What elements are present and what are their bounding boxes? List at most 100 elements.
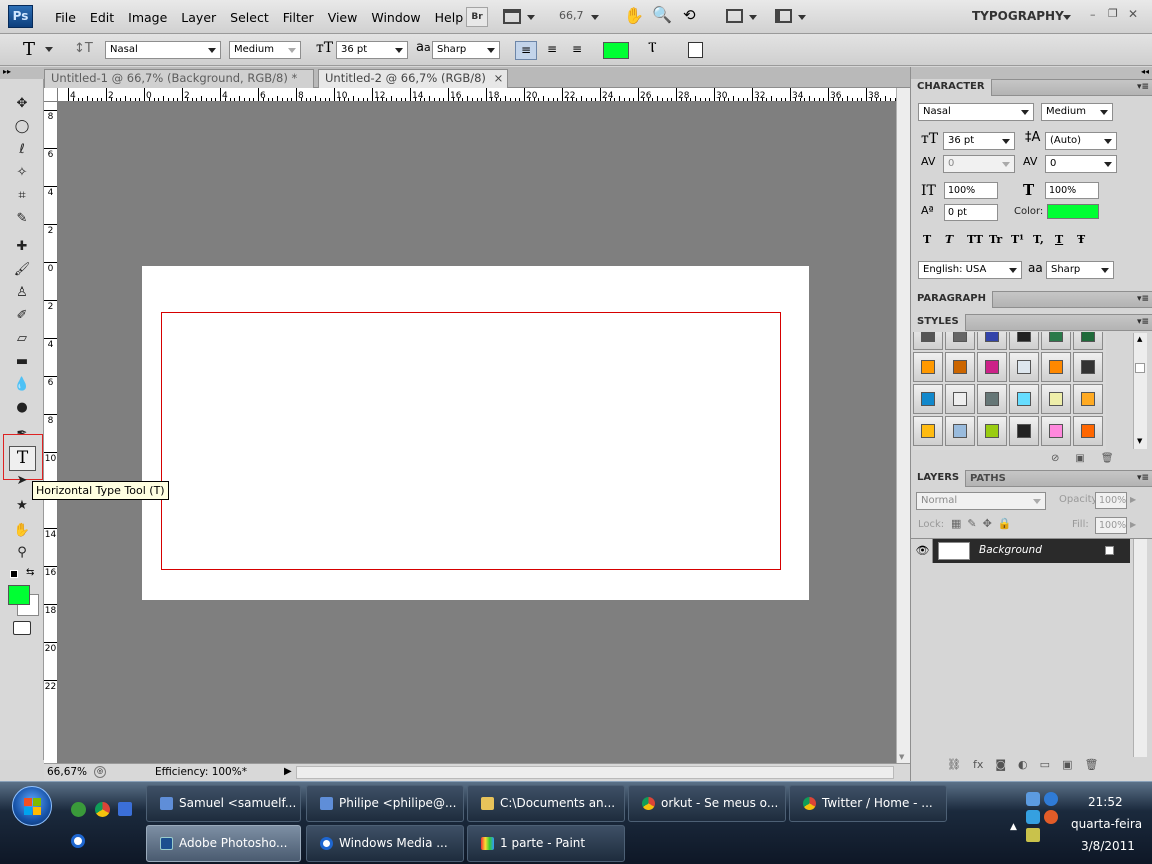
- layer-name[interactable]: Background: [979, 544, 1042, 556]
- subscript-button[interactable]: T,: [1033, 233, 1055, 246]
- lasso-tool-icon[interactable]: ℓ: [11, 140, 33, 160]
- start-button[interactable]: [12, 786, 52, 826]
- chevron-down-icon[interactable]: [1063, 15, 1071, 20]
- taskbar-item-documents[interactable]: C:\Documents an...: [467, 785, 625, 822]
- menu-window[interactable]: Window: [364, 10, 427, 25]
- quick-mask-icon[interactable]: [13, 621, 31, 635]
- layer-row[interactable]: 👁 Background: [913, 539, 1130, 563]
- lock-image-icon[interactable]: ✎: [967, 517, 976, 530]
- screen-mode-icon[interactable]: [775, 9, 792, 23]
- menu-filter[interactable]: Filter: [276, 10, 321, 25]
- tools-collapse-handle[interactable]: ▸▸: [0, 67, 44, 79]
- style-swatch[interactable]: [913, 352, 943, 382]
- tracking-select[interactable]: 0: [1045, 155, 1117, 173]
- fill-field[interactable]: 100%: [1095, 517, 1127, 534]
- kerning-select[interactable]: 0: [943, 155, 1015, 173]
- text-orientation-icon[interactable]: ↕T: [74, 41, 93, 56]
- status-arrow-icon[interactable]: ▶: [284, 766, 292, 777]
- text-color-swatch[interactable]: [603, 42, 629, 59]
- paragraph-panel-tab[interactable]: PARAGRAPH: [911, 291, 993, 308]
- horizontal-scale-field[interactable]: 100%: [1045, 182, 1099, 199]
- style-swatch[interactable]: [1073, 352, 1103, 382]
- style-swatch[interactable]: [1009, 332, 1039, 350]
- tab-untitled-1[interactable]: Untitled-1 @ 66,7% (Background, RGB/8) *…: [44, 69, 314, 102]
- clock-time[interactable]: 21:52: [1088, 795, 1123, 809]
- rotate-view-icon[interactable]: ⟲: [683, 6, 696, 24]
- eyedropper-tool-icon[interactable]: ✎: [11, 209, 33, 229]
- scroll-down-icon[interactable]: ▼: [1137, 437, 1142, 445]
- workspace-switcher[interactable]: TYPOGRAPHY: [972, 9, 1064, 23]
- close-icon[interactable]: ✕: [1128, 7, 1138, 21]
- character-panel-tab[interactable]: CHARACTER: [911, 79, 992, 96]
- panel-menu-icon[interactable]: ▾≡: [1137, 80, 1149, 95]
- zoom-percentage-field[interactable]: 66,67%: [47, 766, 87, 778]
- style-swatch[interactable]: [1041, 416, 1071, 446]
- style-swatch[interactable]: [977, 384, 1007, 414]
- history-brush-tool-icon[interactable]: ✐: [11, 306, 33, 326]
- small-caps-button[interactable]: Tr: [989, 233, 1011, 246]
- blur-tool-icon[interactable]: 💧: [11, 375, 33, 395]
- style-swatch[interactable]: [945, 332, 975, 350]
- lock-position-icon[interactable]: ✥: [983, 517, 992, 530]
- photoshop-logo[interactable]: Ps: [8, 5, 33, 28]
- style-swatch[interactable]: [945, 416, 975, 446]
- opacity-field[interactable]: 100%: [1095, 492, 1127, 509]
- language-select[interactable]: English: USA: [918, 261, 1022, 279]
- adjustment-layer-icon[interactable]: ◐: [1018, 758, 1028, 771]
- scroll-thumb[interactable]: [1135, 363, 1145, 373]
- close-tab-icon[interactable]: ×: [494, 71, 504, 85]
- foreground-color-swatch[interactable]: [8, 585, 30, 605]
- style-swatch[interactable]: [1009, 352, 1039, 382]
- hand-icon[interactable]: ✋: [624, 6, 644, 25]
- style-swatch[interactable]: [1041, 384, 1071, 414]
- style-swatch[interactable]: [913, 416, 943, 446]
- lock-transparency-icon[interactable]: ▦: [951, 517, 961, 530]
- chrome-icon[interactable]: [95, 802, 110, 817]
- style-swatch[interactable]: [1073, 384, 1103, 414]
- horizontal-type-tool-icon[interactable]: T: [9, 446, 36, 471]
- font-size-select[interactable]: 36 pt: [336, 41, 408, 59]
- path-selection-tool-icon[interactable]: ➤: [11, 471, 33, 491]
- character-font-family-select[interactable]: Nasal: [918, 103, 1034, 121]
- custom-shape-tool-icon[interactable]: ★: [11, 496, 33, 516]
- globe-icon[interactable]: [1044, 792, 1058, 806]
- align-right-icon[interactable]: ≡: [566, 41, 588, 60]
- new-group-icon[interactable]: ▭: [1040, 758, 1050, 771]
- scroll-down-icon[interactable]: ▼: [899, 753, 904, 761]
- panel-menu-icon[interactable]: ▾≡: [1137, 315, 1149, 330]
- font-family-select[interactable]: Nasal: [105, 41, 221, 59]
- show-hidden-icons[interactable]: ▲: [1010, 822, 1017, 832]
- delete-style-icon[interactable]: 🗑: [1101, 453, 1114, 464]
- paths-tab[interactable]: PATHS: [965, 471, 1011, 486]
- delete-layer-icon[interactable]: 🗑: [1084, 758, 1098, 771]
- canvas-area[interactable]: [58, 102, 896, 763]
- zoom-tool-icon[interactable]: ⚲: [11, 543, 33, 563]
- taskbar-item-orkut[interactable]: orkut - Se meus o...: [628, 785, 786, 822]
- chevron-down-icon[interactable]: [527, 15, 535, 20]
- film-strip-icon[interactable]: [503, 9, 521, 24]
- menu-image[interactable]: Image: [121, 10, 174, 25]
- menu-view[interactable]: View: [321, 10, 365, 25]
- align-center-icon[interactable]: ≡: [541, 41, 563, 60]
- clear-style-icon[interactable]: ⊘: [1051, 453, 1059, 464]
- messenger-tray-icon[interactable]: [1026, 810, 1040, 824]
- faux-italic-button[interactable]: T: [945, 233, 967, 246]
- swap-colors-icon[interactable]: ⇆: [26, 567, 34, 578]
- utorrent-icon[interactable]: [71, 802, 86, 817]
- align-left-icon[interactable]: ≡: [515, 41, 537, 60]
- healing-brush-tool-icon[interactable]: ✚: [11, 237, 33, 257]
- tool-preset-t-icon[interactable]: T: [23, 39, 35, 60]
- blend-mode-select[interactable]: Normal: [916, 492, 1046, 510]
- elliptical-marquee-tool-icon[interactable]: ◯: [11, 117, 33, 137]
- style-swatch[interactable]: [977, 352, 1007, 382]
- arrange-documents-icon[interactable]: [726, 9, 743, 23]
- layer-mask-icon[interactable]: ◙: [995, 758, 1006, 771]
- chevron-down-icon[interactable]: [798, 15, 806, 20]
- crop-tool-icon[interactable]: ⌗: [11, 186, 33, 206]
- chevron-right-icon[interactable]: ▶: [1130, 495, 1136, 504]
- strikethrough-button[interactable]: Ŧ: [1077, 233, 1099, 246]
- style-swatch[interactable]: [1041, 352, 1071, 382]
- bridge-button[interactable]: Br: [466, 7, 488, 27]
- clone-stamp-tool-icon[interactable]: ♙: [11, 283, 33, 303]
- zoom-level-display[interactable]: 66,7: [559, 9, 584, 22]
